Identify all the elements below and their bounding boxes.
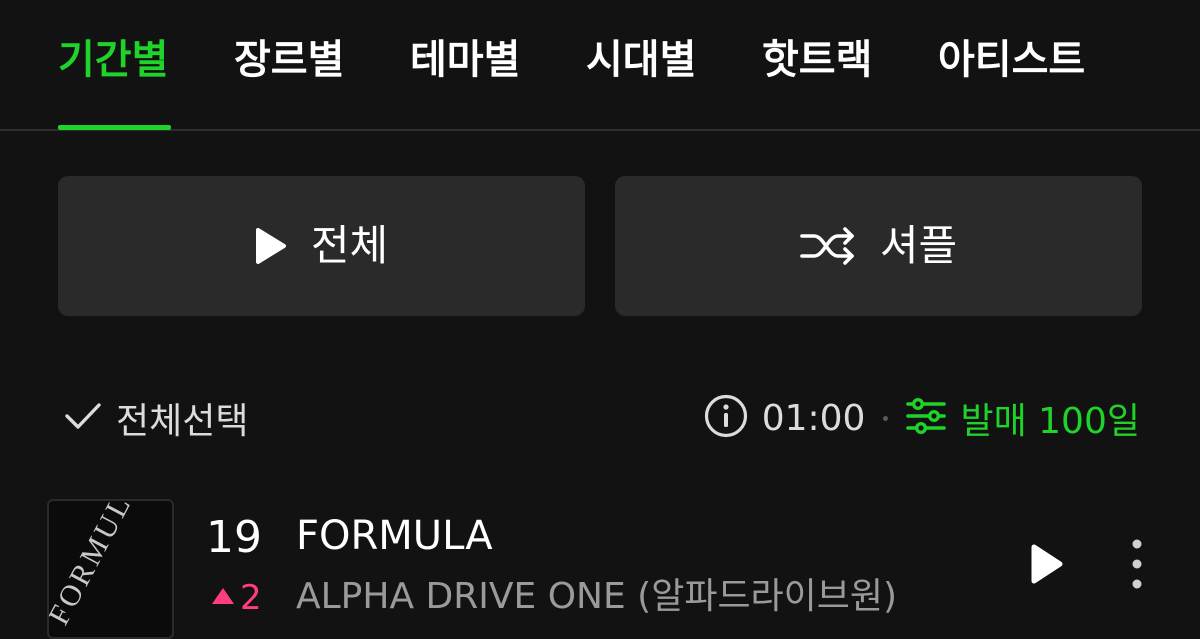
tab-artist[interactable]: 아티스트	[938, 34, 1085, 86]
play-icon	[1022, 544, 1070, 594]
play-all-button[interactable]: 전체	[58, 176, 585, 316]
track-title[interactable]: FORMULA	[296, 508, 493, 564]
select-all-toggle[interactable]: 전체선택	[64, 392, 248, 444]
shuffle-button[interactable]: 셔플	[615, 176, 1142, 316]
tab-theme[interactable]: 테마별	[410, 34, 520, 86]
release-filter-button[interactable]: 발매 100일	[906, 392, 1140, 444]
tab-period[interactable]: 기간별	[58, 34, 168, 86]
active-tab-indicator	[58, 125, 171, 130]
tab-genre[interactable]: 장르별	[234, 34, 344, 86]
rank-change: 2	[210, 576, 262, 620]
tab-era[interactable]: 시대별	[586, 34, 696, 86]
chart-options: 01:00 발매 100일	[704, 392, 1140, 444]
track-play-button[interactable]	[1022, 538, 1070, 590]
tab-hot-track[interactable]: 핫트랙	[762, 34, 872, 86]
track-artist[interactable]: ALPHA DRIVE ONE (알파드라이브원)	[296, 572, 897, 622]
separator-dot	[883, 415, 889, 421]
album-art-text: FORMULA	[49, 501, 150, 630]
play-icon	[255, 227, 287, 265]
update-time: 01:00	[761, 397, 866, 439]
sliders-icon	[906, 397, 947, 438]
shuffle-icon	[800, 226, 856, 266]
check-icon	[64, 401, 102, 435]
more-vertical-icon	[1126, 539, 1148, 594]
info-icon[interactable]	[704, 394, 748, 442]
track-rank: 19	[206, 512, 262, 563]
play-all-label: 전체	[310, 221, 389, 270]
select-all-label: 전체선택	[116, 401, 249, 442]
track-more-button[interactable]	[1126, 538, 1148, 590]
rank-change-value: 2	[240, 578, 262, 618]
category-tabs: 기간별 장르별 테마별 시대별 핫트랙 아티스트	[0, 0, 1200, 131]
triangle-up-icon	[210, 586, 236, 610]
album-art[interactable]: FORMULA	[47, 499, 174, 639]
shuffle-label: 셔플	[879, 221, 958, 270]
release-filter-label: 발매 100일	[960, 401, 1140, 442]
